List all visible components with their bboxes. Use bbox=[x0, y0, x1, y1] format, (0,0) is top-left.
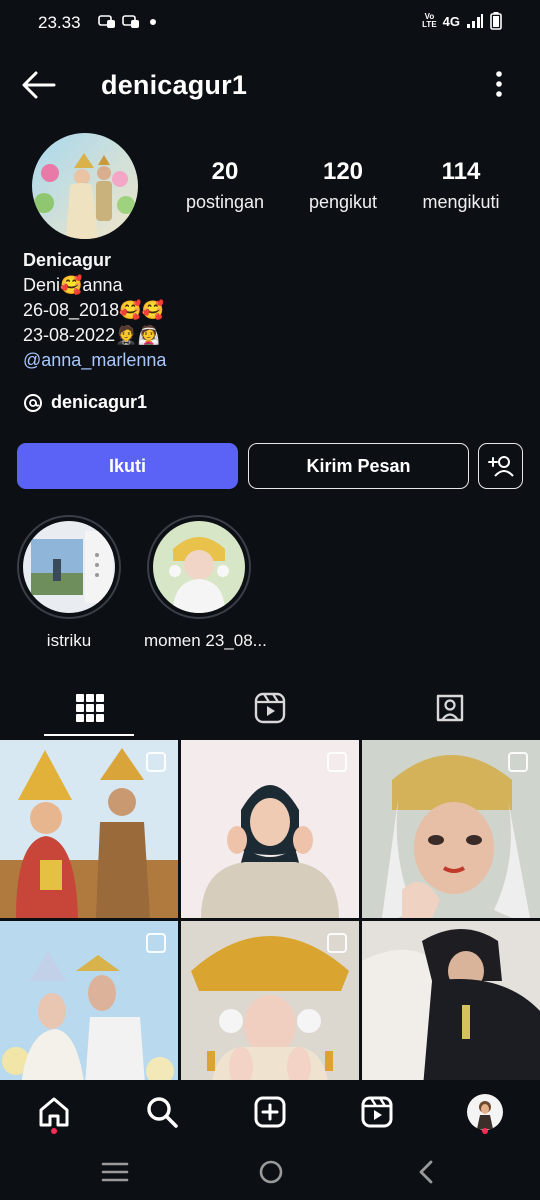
nav-home[interactable] bbox=[34, 1092, 74, 1132]
highlight-label: momen 23_08... bbox=[144, 631, 267, 650]
followers-count[interactable]: 120 pengikut bbox=[283, 158, 403, 213]
battery-icon bbox=[490, 12, 502, 30]
profile-avatar[interactable] bbox=[32, 133, 138, 239]
highlight-cover bbox=[153, 521, 245, 613]
nav-profile[interactable] bbox=[465, 1092, 505, 1132]
tab-posts-grid[interactable] bbox=[0, 680, 180, 736]
profile-stats: 20 postingan 120 pengikut 114 mengikuti bbox=[165, 158, 525, 218]
bottom-navigation bbox=[0, 1080, 540, 1144]
more-options-icon[interactable] bbox=[494, 70, 504, 98]
display-name: Denicagur bbox=[23, 250, 112, 270]
highlight-cover bbox=[23, 521, 115, 613]
highlight-label: istriku bbox=[46, 631, 92, 650]
multi-post-badge-icon bbox=[508, 752, 528, 772]
status-right: Vo LTE 4G bbox=[422, 12, 502, 30]
profile-header: denicagur1 bbox=[0, 58, 540, 114]
followers-value: 120 bbox=[322, 158, 364, 185]
home-notification-dot bbox=[51, 1128, 57, 1134]
highlight-ring bbox=[147, 515, 251, 619]
posts-grid bbox=[0, 740, 540, 1099]
add-user-icon bbox=[487, 456, 514, 477]
signal-icon bbox=[467, 14, 483, 28]
following-value: 114 bbox=[441, 158, 481, 185]
nav-search[interactable] bbox=[142, 1092, 182, 1132]
chat-notification-icon bbox=[122, 15, 139, 28]
more-notifications-dot bbox=[150, 19, 156, 25]
posts-count[interactable]: 20 postingan bbox=[165, 158, 285, 213]
back-button-icon[interactable] bbox=[416, 1159, 436, 1185]
post-thumbnail[interactable] bbox=[362, 740, 540, 918]
threads-icon bbox=[24, 393, 42, 412]
bio-line: Deni🥰anna bbox=[23, 275, 123, 295]
post-thumbnail[interactable] bbox=[181, 740, 359, 918]
bio-line: 26-08_2018🥰🥰 bbox=[23, 300, 164, 320]
back-arrow-icon[interactable] bbox=[22, 70, 56, 100]
search-icon bbox=[147, 1097, 178, 1128]
profile-username-title: denicagur1 bbox=[101, 70, 248, 100]
threads-handle: denicagur1 bbox=[51, 392, 148, 412]
story-highlight[interactable]: istriku bbox=[14, 515, 124, 651]
message-button[interactable]: Kirim Pesan bbox=[248, 443, 469, 489]
bio-line: 23-08-2022🤵👰 bbox=[23, 325, 160, 345]
multi-post-badge-icon bbox=[327, 752, 347, 772]
following-label: mengikuti bbox=[422, 192, 500, 212]
home-button-icon[interactable] bbox=[258, 1159, 284, 1185]
nav-create[interactable] bbox=[250, 1092, 290, 1132]
profile-tabs bbox=[0, 680, 540, 736]
post-thumbnail[interactable] bbox=[0, 740, 178, 918]
highlight-ring bbox=[17, 515, 121, 619]
post-thumbnail[interactable] bbox=[181, 921, 359, 1099]
post-thumbnail[interactable] bbox=[0, 921, 178, 1099]
posts-value: 20 bbox=[211, 158, 239, 185]
story-highlight[interactable]: momen 23_08... bbox=[144, 515, 267, 651]
status-time: 23.33 bbox=[38, 13, 81, 32]
threads-link[interactable]: denicagur1 bbox=[23, 392, 147, 413]
recent-apps-icon[interactable] bbox=[101, 1160, 129, 1184]
grid-icon bbox=[76, 694, 104, 722]
reels-icon bbox=[254, 692, 286, 724]
status-bar: 23.33 Vo LTE 4G bbox=[0, 0, 540, 46]
profile-bio: Denicagur Deni🥰anna 26-08_2018🥰🥰 23-08-2… bbox=[23, 248, 166, 373]
posts-label: postingan bbox=[185, 192, 265, 212]
multi-post-badge-icon bbox=[146, 933, 166, 953]
post-thumbnail[interactable] bbox=[362, 921, 540, 1099]
follow-button[interactable]: Ikuti bbox=[17, 443, 238, 489]
profile-avatar bbox=[467, 1094, 503, 1130]
volte-indicator: Vo LTE bbox=[422, 12, 437, 29]
tab-tagged[interactable] bbox=[360, 680, 540, 736]
reel-badge-icon bbox=[146, 752, 166, 772]
chat-notification-icon bbox=[98, 15, 115, 28]
nav-reels[interactable] bbox=[357, 1092, 397, 1132]
tagged-icon bbox=[436, 694, 464, 722]
network-type: 4G bbox=[442, 13, 460, 29]
bio-mention-link[interactable]: @anna_marlenna bbox=[23, 348, 166, 373]
system-navigation-bar bbox=[0, 1144, 540, 1200]
reels-icon bbox=[361, 1096, 393, 1128]
create-icon bbox=[254, 1096, 286, 1128]
notification-icons bbox=[98, 14, 156, 30]
followers-label: pengikut bbox=[308, 192, 378, 212]
profile-notification-dot bbox=[482, 1128, 488, 1134]
multi-post-badge-icon bbox=[327, 933, 347, 953]
following-count[interactable]: 114 mengikuti bbox=[401, 158, 521, 213]
active-tab-indicator bbox=[44, 734, 134, 736]
tab-reels[interactable] bbox=[180, 680, 360, 736]
suggest-users-button[interactable] bbox=[478, 443, 523, 489]
home-icon bbox=[39, 1097, 69, 1127]
